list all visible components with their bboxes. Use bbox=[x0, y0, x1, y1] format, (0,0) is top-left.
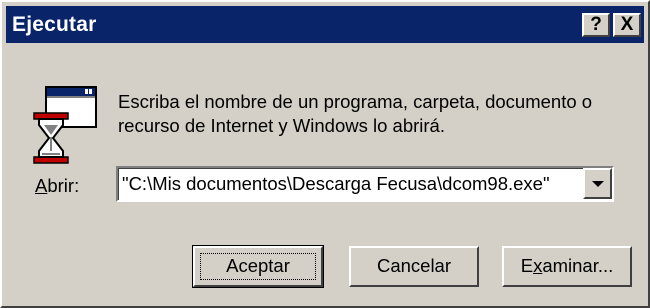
title-bar[interactable]: Ejecutar ? X bbox=[6, 6, 644, 43]
cancel-button-label: Cancelar bbox=[376, 255, 452, 276]
run-dialog: Ejecutar ? X Escriba el nombre de un pro… bbox=[0, 0, 650, 308]
message-line-1: Escriba el nombre de un programa, carpet… bbox=[118, 91, 593, 112]
dropdown-arrow-button[interactable] bbox=[583, 168, 612, 199]
close-button[interactable]: X bbox=[613, 13, 641, 37]
message-line-2: recurso de Internet y Windows lo abrirá. bbox=[118, 115, 445, 136]
window-title: Ejecutar bbox=[12, 13, 97, 36]
browse-label-accelerator: x bbox=[533, 255, 543, 276]
open-label: Abrir: bbox=[35, 175, 79, 197]
help-icon: ? bbox=[590, 14, 602, 35]
ok-button[interactable]: Aceptar bbox=[192, 245, 324, 288]
run-program-icon bbox=[33, 86, 97, 164]
open-combobox[interactable]: "C:\Mis documentos\Descarga Fecusa\dcom9… bbox=[116, 166, 614, 202]
focus-rectangle bbox=[200, 253, 316, 280]
help-button[interactable]: ? bbox=[582, 13, 610, 37]
open-label-rest: brir: bbox=[47, 175, 80, 196]
open-label-accelerator: A bbox=[35, 175, 48, 196]
close-icon: X bbox=[620, 14, 634, 35]
browse-button[interactable]: Examinar... bbox=[502, 246, 632, 287]
browse-label-start: E bbox=[520, 255, 534, 276]
cancel-button[interactable]: Cancelar bbox=[349, 246, 479, 287]
open-input[interactable]: "C:\Mis documentos\Descarga Fecusa\dcom9… bbox=[122, 173, 578, 195]
browse-label-end: aminar... bbox=[542, 255, 614, 276]
dialog-message: Escriba el nombre de un programa, carpet… bbox=[118, 90, 638, 138]
